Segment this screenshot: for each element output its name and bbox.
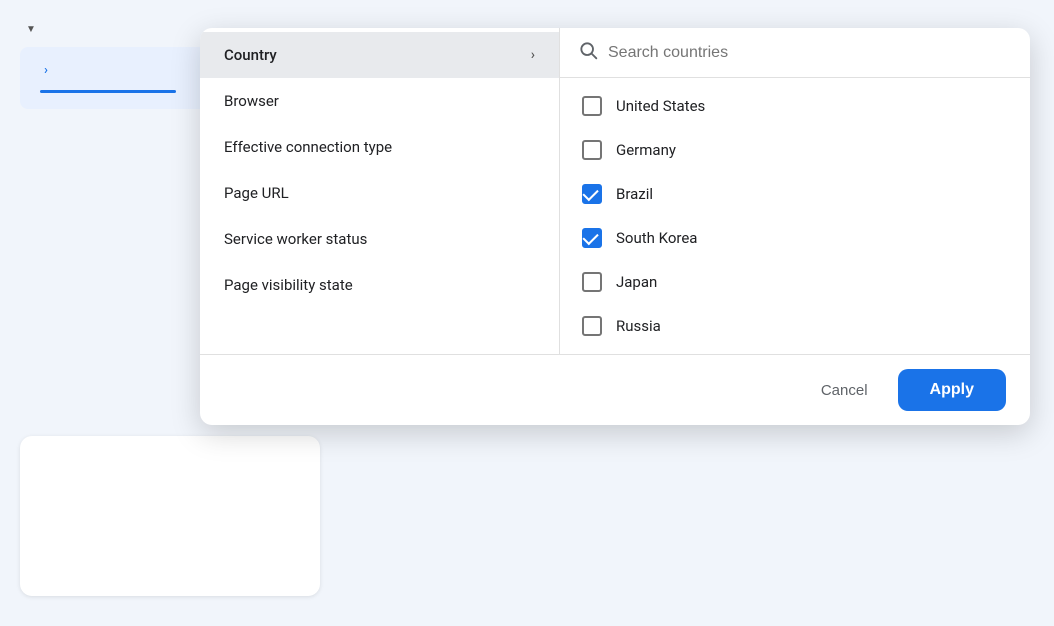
menu-item-label-service_worker: Service worker status <box>224 230 367 248</box>
country-name: Germany <box>616 141 676 159</box>
menu-item-arrow-icon: › <box>531 47 535 63</box>
filter-left-panel: Country › Browser Effective connection type… <box>200 28 560 354</box>
country-name: Brazil <box>616 185 653 203</box>
country-name: Japan <box>616 273 657 291</box>
country-list: United States Germany Brazil South Korea Jap… <box>560 78 1030 354</box>
country-name: South Korea <box>616 229 697 247</box>
country-checkbox[interactable] <box>582 184 602 204</box>
dropdown-main: Country › Browser Effective connection type… <box>200 28 1030 354</box>
filter-dropdown: Country › Browser Effective connection type… <box>200 28 1030 425</box>
dropdown-footer: Cancel Apply <box>200 354 1030 425</box>
menu-item-label-browser: Browser <box>224 92 279 110</box>
country-checkbox[interactable] <box>582 140 602 160</box>
country-search-input[interactable] <box>608 44 1012 62</box>
country-checkbox[interactable] <box>582 228 602 248</box>
country-item[interactable]: Germany <box>560 128 1030 172</box>
country-item[interactable]: South Korea <box>560 216 1030 260</box>
menu-item-label-page_visibility: Page visibility state <box>224 276 353 294</box>
menu-item-label-country: Country <box>224 46 277 64</box>
menu-item-label-page_url: Page URL <box>224 184 289 202</box>
metric-card: › <box>20 47 230 109</box>
menu-item-page_url[interactable]: Page URL <box>200 170 559 216</box>
metric-arrow-icon: › <box>44 63 48 78</box>
bottom-card <box>20 436 320 596</box>
country-item[interactable]: Russia <box>560 304 1030 348</box>
chevron-down-icon: ▼ <box>26 24 36 35</box>
country-item[interactable]: Brazil <box>560 172 1030 216</box>
apply-button[interactable]: Apply <box>898 369 1006 411</box>
cancel-button[interactable]: Cancel <box>803 372 886 409</box>
country-checkbox[interactable] <box>582 272 602 292</box>
menu-item-service_worker[interactable]: Service worker status <box>200 216 559 262</box>
country-item[interactable]: United States <box>560 84 1030 128</box>
menu-item-connection[interactable]: Effective connection type <box>200 124 559 170</box>
country-checkbox[interactable] <box>582 316 602 336</box>
metric-bar <box>40 90 176 93</box>
search-icon <box>578 40 598 65</box>
menu-item-country[interactable]: Country › <box>200 32 559 78</box>
country-item[interactable]: Japan <box>560 260 1030 304</box>
menu-item-label-connection: Effective connection type <box>224 138 392 156</box>
country-name: United States <box>616 97 705 115</box>
filter-right-panel: United States Germany Brazil South Korea Jap… <box>560 28 1030 354</box>
country-checkbox[interactable] <box>582 96 602 116</box>
search-bar <box>560 28 1030 78</box>
menu-item-browser[interactable]: Browser <box>200 78 559 124</box>
menu-item-page_visibility[interactable]: Page visibility state <box>200 262 559 308</box>
country-name: Russia <box>616 317 661 335</box>
